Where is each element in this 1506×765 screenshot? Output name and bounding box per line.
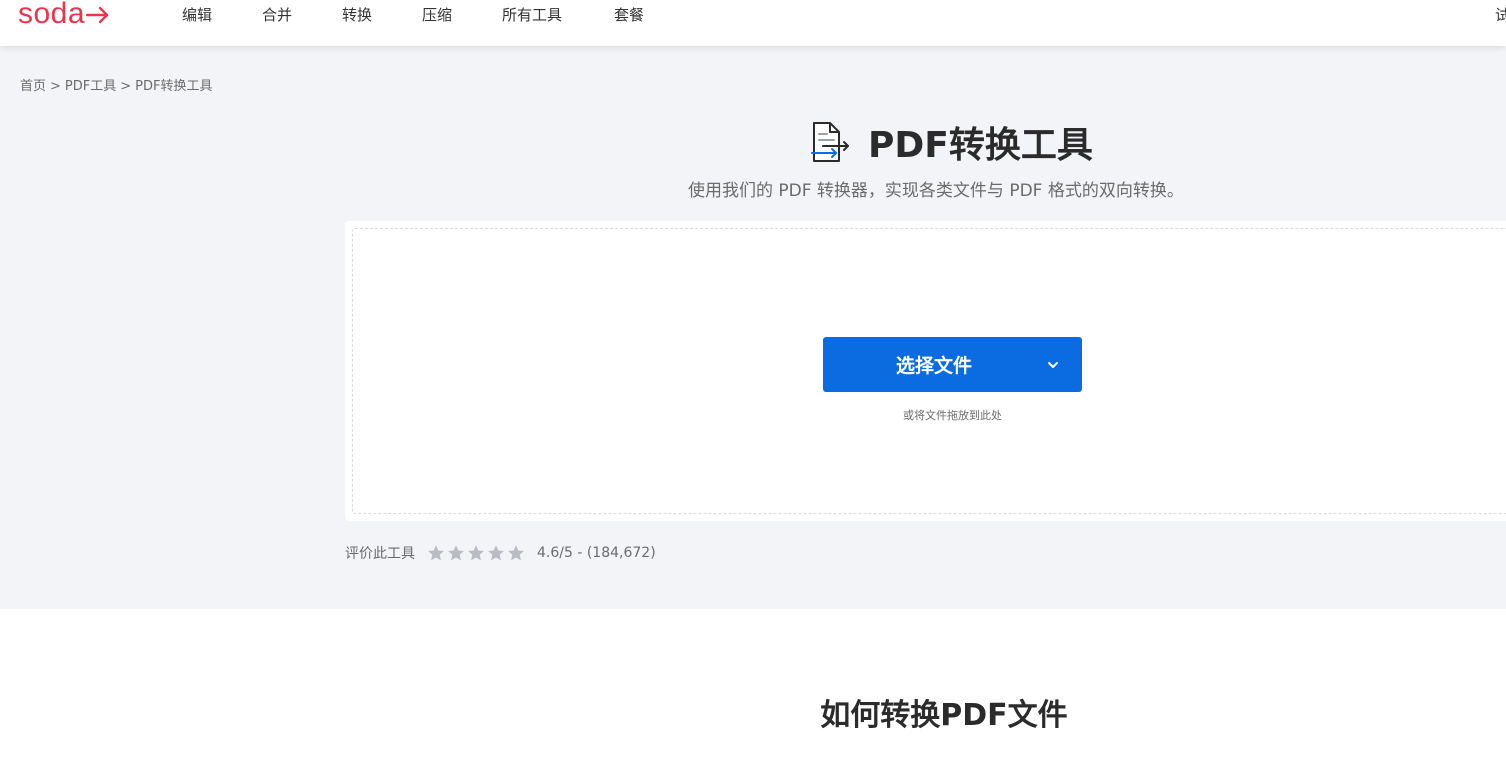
logo-arrow-icon xyxy=(86,4,110,24)
nav-edit[interactable]: 编辑 xyxy=(182,4,212,25)
star-icon[interactable] xyxy=(507,544,525,562)
page-subtitle: 使用我们的 PDF 转换器，实现各类文件与 PDF 格式的双向转换。 xyxy=(688,181,1184,201)
logo-text: soda xyxy=(18,0,86,30)
star-icon[interactable] xyxy=(467,544,485,562)
howto-section-title: 如何转换PDF文件 xyxy=(820,698,1068,733)
chevron-down-icon[interactable] xyxy=(1046,357,1060,371)
nav-merge[interactable]: 合并 xyxy=(262,4,292,25)
breadcrumb-pdf-tools[interactable]: PDF工具 xyxy=(65,79,116,94)
rating-stars xyxy=(427,544,527,562)
drop-hint: 或将文件拖放到此处 xyxy=(903,409,1002,422)
upload-card: 选择文件 或将文件拖放到此处 xyxy=(345,221,1506,521)
nav-compress[interactable]: 压缩 xyxy=(422,4,452,25)
breadcrumb-current[interactable]: PDF转换工具 xyxy=(135,79,212,94)
star-icon[interactable] xyxy=(427,544,445,562)
choose-file-button[interactable]: 选择文件 xyxy=(823,337,1082,392)
file-drop-zone[interactable]: 选择文件 或将文件拖放到此处 xyxy=(352,228,1506,514)
rating-label: 评价此工具 xyxy=(345,546,415,562)
page-title-row: PDF转换工具 xyxy=(806,116,1093,168)
breadcrumb: 首页 > PDF工具 > PDF转换工具 xyxy=(20,75,212,94)
nav-all-tools[interactable]: 所有工具 xyxy=(502,4,562,25)
soda-logo[interactable]: soda xyxy=(18,0,110,34)
breadcrumb-separator: > xyxy=(50,79,61,94)
nav-try-link[interactable]: 试 xyxy=(1495,4,1506,25)
star-icon[interactable] xyxy=(447,544,465,562)
rating-row: 评价此工具 4.6/5 - (184,672) xyxy=(345,543,656,563)
tool-hero-section: 首页 > PDF工具 > PDF转换工具 PDF转换工具 使用我们的 PDF 转换器，实… xyxy=(0,46,1506,609)
file-convert-icon xyxy=(806,119,852,165)
nav-convert[interactable]: 转换 xyxy=(342,4,372,25)
page-title: PDF转换工具 xyxy=(868,125,1093,166)
breadcrumb-separator: > xyxy=(120,79,132,94)
choose-file-label: 选择文件 xyxy=(895,355,972,377)
star-icon[interactable] xyxy=(487,544,505,562)
breadcrumb-home[interactable]: 首页 xyxy=(20,79,46,94)
top-navbar: soda 编辑 合并 转换 压缩 所有工具 套餐 试 xyxy=(0,0,1506,46)
nav-plans[interactable]: 套餐 xyxy=(614,4,644,25)
rating-value: 4.6/5 - (184,672) xyxy=(537,545,656,561)
